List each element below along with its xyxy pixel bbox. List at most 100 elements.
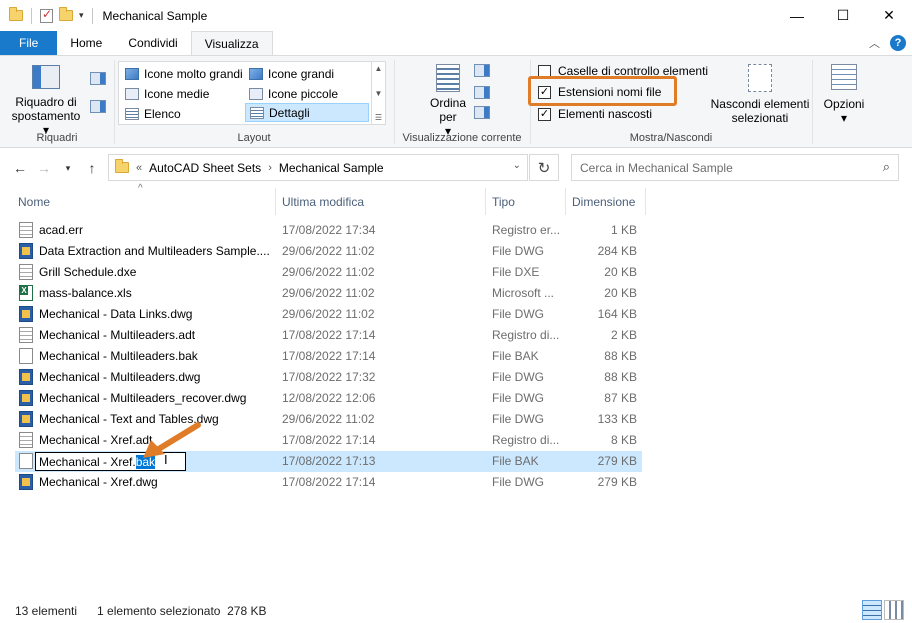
refresh-button[interactable]: ↻: [529, 154, 559, 181]
status-selection: 1 elemento selezionato 278 KB: [97, 603, 267, 618]
file-row[interactable]: mass-balance.xls 29/06/2022 11:02 Microsof…: [15, 283, 642, 304]
file-row[interactable]: acad.err 17/08/2022 17:34 Registro er... 1 …: [15, 220, 642, 241]
address-dropdown-icon[interactable]: ⌄: [513, 160, 521, 171]
breadcrumb-mechanical-sample[interactable]: Mechanical Sample: [279, 161, 384, 175]
file-size: 88 KB: [604, 370, 637, 384]
file-name: Mechanical - Multileaders_recover.dwg: [39, 391, 247, 405]
layout-medium-icons[interactable]: Icone medie: [121, 84, 243, 103]
breadcrumb-overflow[interactable]: «: [136, 162, 142, 174]
navigation-pane-button[interactable]: Riquadro di spostamento ▾: [8, 65, 84, 137]
group-label-show-hide: Mostra/Nascondi: [629, 132, 713, 144]
navigation-bar: ← → ▾ ↑ « AutoCAD Sheet Sets › Mechanica…: [0, 150, 912, 186]
new-folder-icon[interactable]: [59, 7, 73, 21]
column-header-name[interactable]: Nome: [12, 188, 276, 215]
details-pane-icon[interactable]: [90, 100, 106, 113]
column-header-type[interactable]: Tipo: [486, 188, 566, 215]
scroll-up-icon[interactable]: ▲: [375, 64, 383, 73]
maximize-button[interactable]: ☐: [820, 0, 866, 31]
medium-icons-icon: [125, 87, 139, 100]
file-row[interactable]: Mechanical - Multileaders.dwg 17/08/2022 …: [15, 367, 642, 388]
size-columns-icon[interactable]: [474, 106, 490, 119]
dwg-file-icon: [19, 411, 33, 427]
search-input[interactable]: Cerca in Mechanical Sample ⌕: [571, 154, 899, 181]
large-icons-toggle-icon[interactable]: [884, 600, 904, 620]
file-row[interactable]: Mechanical - Data Links.dwg 29/06/2022 11…: [15, 304, 642, 325]
tab-share[interactable]: Condividi: [115, 31, 190, 55]
forward-arrow-icon[interactable]: →: [32, 160, 56, 176]
file-type: File DWG: [492, 244, 544, 258]
details-view-icon: [250, 106, 264, 119]
up-arrow-icon[interactable]: ↑: [80, 160, 104, 176]
address-bar[interactable]: « AutoCAD Sheet Sets › Mechanical Sample…: [108, 154, 528, 181]
file-row[interactable]: Grill Schedule.dxe 29/06/2022 11:02 File D…: [15, 262, 642, 283]
search-icon: ⌕: [882, 159, 890, 174]
minimize-button[interactable]: —: [774, 0, 820, 31]
recent-locations-icon[interactable]: ▾: [56, 163, 80, 174]
folder-icon: [9, 7, 23, 21]
group-panes: Riquadro di spostamento ▾ Riquadri: [0, 56, 114, 148]
file-row[interactable]: Mechanical - Multileaders_recover.dwg 12/…: [15, 388, 642, 409]
back-arrow-icon[interactable]: ←: [8, 160, 32, 176]
collapse-ribbon-icon[interactable]: ︿: [869, 35, 880, 51]
properties-icon[interactable]: [40, 7, 53, 23]
file-row[interactable]: Mechanical - Xref.adt 17/08/2022 17:14 Reg…: [15, 430, 642, 451]
file-type: Microsoft ...: [492, 286, 555, 300]
file-type: File DXE: [492, 265, 540, 279]
file-type: File DWG: [492, 391, 544, 405]
file-type: File DWG: [492, 370, 544, 384]
file-name: Mechanical - Data Links.dwg: [39, 307, 193, 321]
file-size: 8 KB: [610, 433, 637, 447]
layout-extra-large-icons[interactable]: Icone molto grandi: [121, 64, 243, 83]
hidden-items-option[interactable]: ✓ Elementi nascosti: [538, 105, 652, 123]
close-button[interactable]: ✕: [866, 0, 912, 31]
scroll-down-icon[interactable]: ▼: [375, 89, 383, 98]
group-by-icon[interactable]: [474, 64, 490, 77]
column-header-modified[interactable]: Ultima modifica: [276, 188, 486, 215]
file-type: File DWG: [492, 307, 544, 321]
tab-home[interactable]: Home: [57, 31, 115, 55]
dwg-file-icon: [19, 306, 33, 322]
file-name: Data Extraction and Multileaders Sample.…: [39, 244, 270, 258]
status-item-count: 13 elementi: [15, 603, 78, 618]
file-size: 20 KB: [604, 286, 637, 300]
add-columns-icon[interactable]: [474, 86, 490, 99]
options-icon: [831, 64, 857, 90]
tab-view[interactable]: Visualizza: [190, 31, 273, 55]
customize-qat-icon[interactable]: ▾: [79, 10, 84, 21]
details-view-toggle-icon[interactable]: [862, 600, 882, 620]
dwg-file-icon: [19, 369, 33, 385]
xls-file-icon: [19, 285, 33, 301]
expand-gallery-icon[interactable]: ☰: [375, 113, 382, 122]
file-modified: 29/06/2022 11:02: [282, 244, 375, 258]
file-size: 284 KB: [597, 244, 637, 258]
options-button[interactable]: Opzioni ▾: [818, 64, 870, 125]
tab-file[interactable]: File: [0, 31, 58, 55]
extra-large-icons-icon: [125, 67, 139, 80]
hide-selected-items-button[interactable]: Nascondi elementi selezionati: [705, 64, 815, 125]
dropdown-arrow-icon: ▾: [840, 111, 848, 125]
file-name: Mechanical - Xref.dwg: [39, 475, 158, 489]
layout-large-icons[interactable]: Icone grandi: [245, 64, 369, 83]
layout-gallery-scroll[interactable]: ▲ ▼ ☰: [371, 62, 385, 124]
column-header-size[interactable]: Dimensione: [566, 188, 646, 215]
layout-details[interactable]: Dettagli: [245, 103, 369, 122]
sort-by-button[interactable]: Ordina per ▾: [426, 64, 470, 138]
breadcrumb-separator-icon[interactable]: ›: [268, 162, 272, 174]
preview-pane-icon[interactable]: [90, 72, 106, 85]
file-row[interactable]: Mechanical - Text and Tables.dwg 29/06/20…: [15, 409, 642, 430]
file-row[interactable]: Mechanical - Multileaders.bak 17/08/2022 …: [15, 346, 642, 367]
help-icon[interactable]: ?: [890, 35, 906, 51]
file-modified: 12/08/2022 12:06: [282, 391, 376, 405]
navigation-pane-icon: [32, 65, 60, 89]
breadcrumb-autocad-sheet-sets[interactable]: AutoCAD Sheet Sets: [149, 161, 261, 175]
blank-file-icon: [19, 348, 33, 364]
file-row[interactable]: Mechanical - Multileaders.adt 17/08/2022 …: [15, 325, 642, 346]
annotation-highlight-box: [528, 76, 677, 106]
title-bar: ▾ Mechanical Sample — ☐ ✕: [0, 0, 912, 31]
layout-small-icons[interactable]: Icone piccole: [245, 84, 369, 103]
file-row[interactable]: Mechanical - Xref.dwg 17/08/2022 17:14 Fil…: [15, 472, 642, 493]
layout-list[interactable]: Elenco: [121, 104, 243, 123]
checkbox-hidden-items[interactable]: ✓: [538, 107, 551, 121]
file-name: acad.err: [39, 223, 84, 237]
file-row[interactable]: Data Extraction and Multileaders Sample.…: [15, 241, 642, 262]
